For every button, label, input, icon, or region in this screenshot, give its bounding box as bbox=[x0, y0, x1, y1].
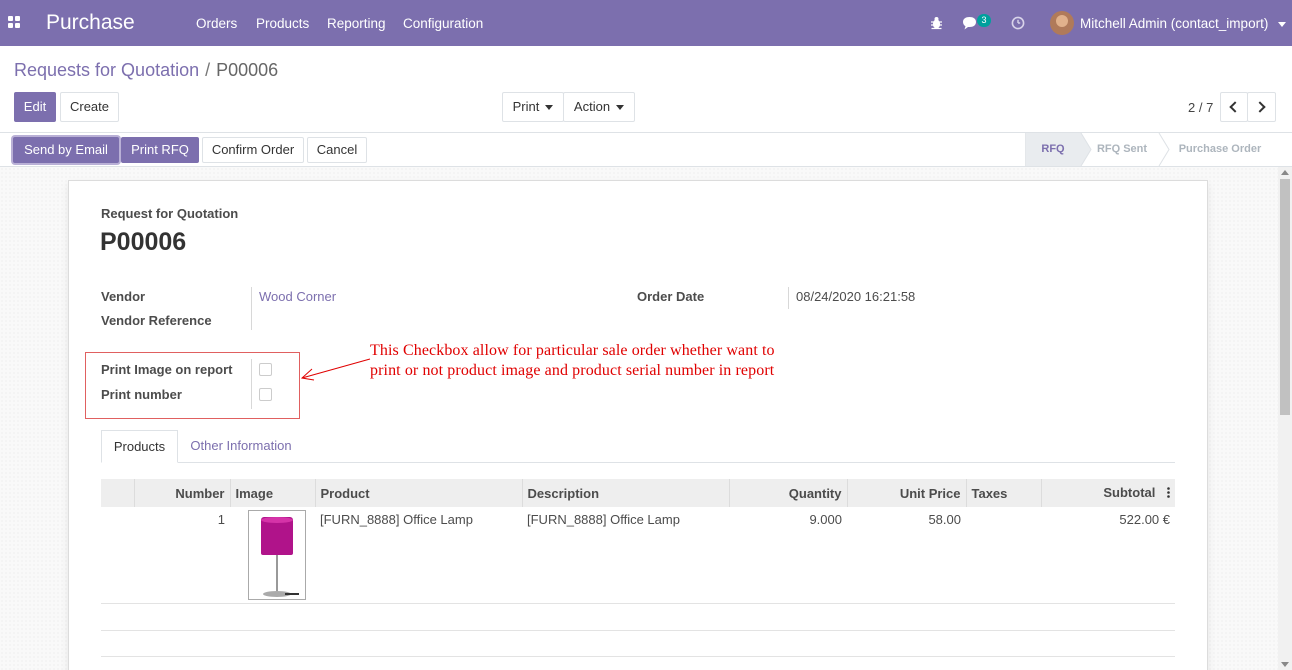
breadcrumb-separator: / bbox=[205, 60, 211, 80]
cell-image bbox=[230, 507, 315, 604]
column-header-subtotal-label: Subtotal bbox=[1103, 484, 1156, 500]
send-by-email-button[interactable]: Send by Email bbox=[13, 137, 119, 163]
column-header-description[interactable]: Description bbox=[522, 479, 730, 507]
action-dropdown[interactable]: Action bbox=[563, 92, 635, 122]
column-header-quantity[interactable]: Quantity bbox=[729, 479, 848, 507]
form-title-label: Request for Quotation bbox=[101, 206, 239, 221]
table-header-row: Number Image Product Description Quantit… bbox=[101, 479, 1175, 507]
edit-button[interactable]: Edit bbox=[14, 92, 56, 122]
app-title[interactable]: Purchase bbox=[46, 11, 135, 35]
chevron-left-icon bbox=[1229, 101, 1241, 113]
annotation-line-1: This Checkbox allow for particular sale … bbox=[370, 342, 775, 359]
scroll-up-icon[interactable] bbox=[1281, 170, 1289, 175]
cell-unit-price: 58.00 bbox=[847, 507, 966, 604]
menu-orders[interactable]: Orders bbox=[196, 16, 237, 31]
confirm-order-button[interactable]: Confirm Order bbox=[202, 137, 304, 163]
annotation-line-2: print or not product image and product s… bbox=[370, 362, 775, 379]
apps-icon[interactable] bbox=[8, 16, 20, 28]
stage-purchase-order[interactable]: Purchase Order bbox=[1170, 133, 1270, 166]
column-header-product[interactable]: Product bbox=[315, 479, 523, 507]
scrollbar[interactable] bbox=[1278, 167, 1292, 670]
handle-cell bbox=[101, 507, 134, 604]
tab-products[interactable]: Products bbox=[101, 430, 178, 463]
cell-product: [FURN_8888] Office Lamp bbox=[315, 507, 522, 604]
avatar[interactable] bbox=[1050, 11, 1074, 35]
annotation-text: This Checkbox allow for particular sale … bbox=[370, 341, 840, 381]
top-navbar: Purchase Orders Products Reporting Confi… bbox=[0, 0, 1292, 46]
order-name: P00006 bbox=[100, 228, 187, 256]
field-divider bbox=[788, 287, 789, 309]
scroll-down-icon[interactable] bbox=[1281, 662, 1289, 667]
pager-next-button[interactable] bbox=[1247, 92, 1276, 122]
menu-products[interactable]: Products bbox=[256, 16, 309, 31]
clock-icon[interactable] bbox=[1011, 16, 1025, 30]
tab-other-information[interactable]: Other Information bbox=[181, 430, 301, 463]
column-header-taxes[interactable]: Taxes bbox=[966, 479, 1042, 507]
column-header-unit-price[interactable]: Unit Price bbox=[847, 479, 967, 507]
annotation-arrow-icon bbox=[300, 358, 371, 381]
handle-column-header bbox=[101, 479, 135, 507]
chevron-right-icon bbox=[1254, 101, 1266, 113]
cell-quantity: 9.000 bbox=[729, 507, 847, 604]
breadcrumb-parent[interactable]: Requests for Quotation bbox=[14, 60, 199, 80]
column-header-subtotal[interactable]: Subtotal bbox=[1041, 479, 1175, 507]
annotation-box bbox=[85, 352, 300, 419]
user-menu[interactable]: Mitchell Admin (contact_import) bbox=[1080, 16, 1287, 31]
scrollbar-thumb[interactable] bbox=[1280, 179, 1290, 415]
chat-count-badge: 3 bbox=[977, 14, 991, 27]
order-lines-table: Number Image Product Description Quantit… bbox=[101, 479, 1175, 604]
order-date-value: 08/24/2020 16:21:58 bbox=[796, 289, 916, 304]
action-label: Action bbox=[573, 99, 611, 114]
print-rfq-button[interactable]: Print RFQ bbox=[121, 137, 199, 163]
table-row[interactable]: 1 [FURN_8888] Office Lamp [FURN_8888] Of… bbox=[101, 507, 1175, 604]
cell-description: [FURN_8888] Office Lamp bbox=[522, 507, 729, 604]
caret-down-icon bbox=[616, 105, 625, 111]
field-divider bbox=[251, 287, 252, 330]
stage-rfq-sent[interactable]: RFQ Sent bbox=[1091, 133, 1153, 166]
caret-down-icon bbox=[545, 105, 554, 111]
pager-value[interactable]: 2 / 7 bbox=[1188, 100, 1213, 115]
order-date-label: Order Date bbox=[637, 289, 705, 304]
menu-configuration[interactable]: Configuration bbox=[403, 16, 483, 31]
print-label: Print bbox=[512, 99, 540, 114]
bug-icon[interactable] bbox=[930, 16, 943, 30]
cell-taxes bbox=[966, 507, 1041, 604]
empty-row-divider bbox=[101, 656, 1175, 657]
caret-down-icon bbox=[1278, 21, 1287, 27]
breadcrumb-current: P00006 bbox=[216, 60, 279, 80]
office-lamp-image bbox=[248, 510, 306, 600]
notebook-tabs: Products Other Information bbox=[101, 430, 1175, 463]
column-options-icon[interactable] bbox=[1167, 486, 1170, 501]
vendor-reference-label: Vendor Reference bbox=[101, 313, 212, 328]
vendor-label: Vendor bbox=[101, 289, 146, 304]
statusbar: Send by Email Print RFQ Confirm Order Ca… bbox=[0, 132, 1292, 167]
cell-number: 1 bbox=[134, 507, 230, 604]
user-name: Mitchell Admin (contact_import) bbox=[1080, 16, 1269, 31]
column-header-number[interactable]: Number bbox=[134, 479, 231, 507]
create-button[interactable]: Create bbox=[60, 92, 119, 122]
vendor-value[interactable]: Wood Corner bbox=[259, 289, 336, 304]
menu-reporting[interactable]: Reporting bbox=[327, 16, 386, 31]
chat-icon[interactable] bbox=[962, 16, 978, 30]
cancel-button[interactable]: Cancel bbox=[307, 137, 367, 163]
cell-subtotal: 522.00 € bbox=[1041, 507, 1175, 604]
breadcrumb: Requests for Quotation / P00006 bbox=[14, 60, 278, 81]
pager-previous-button[interactable] bbox=[1220, 92, 1248, 122]
print-dropdown[interactable]: Print bbox=[502, 92, 564, 122]
column-header-image[interactable]: Image bbox=[230, 479, 316, 507]
empty-row-divider bbox=[101, 630, 1175, 631]
